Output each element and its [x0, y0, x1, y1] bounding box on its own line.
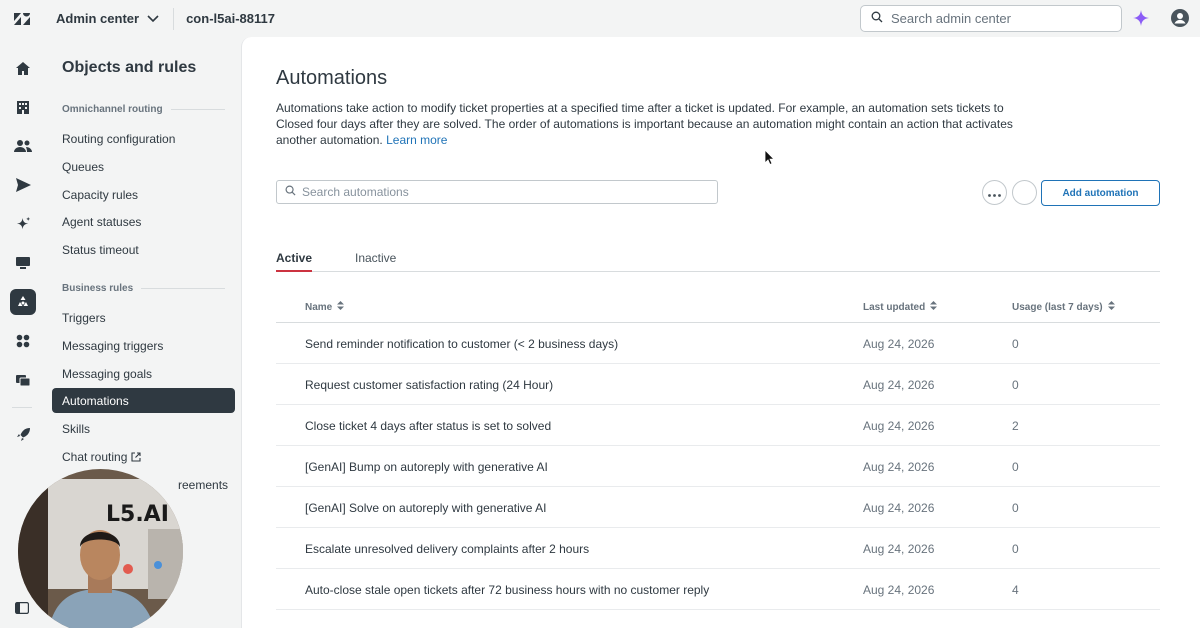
home-icon[interactable] — [10, 55, 36, 81]
workspaces-icon[interactable] — [10, 367, 36, 393]
last-updated: Aug 24, 2026 — [863, 460, 935, 474]
last-updated: Aug 24, 2026 — [863, 542, 935, 556]
webcam-overlay: L5.AI — [18, 469, 183, 628]
section-heading-omnichannel: Omnichannel routing — [62, 104, 225, 115]
search-icon — [285, 185, 296, 199]
table-row[interactable]: [GenAI] Bump on autoreply with generativ… — [276, 446, 1160, 487]
mouse-cursor-icon — [764, 149, 775, 170]
automation-name[interactable]: Auto-close stale open tickets after 72 b… — [305, 583, 709, 597]
last-updated: Aug 24, 2026 — [863, 337, 935, 351]
usage-count: 0 — [1012, 337, 1019, 351]
tab-active[interactable]: Active — [276, 251, 313, 272]
sidebar-toggle-icon[interactable] — [12, 598, 32, 618]
column-header-usage[interactable]: Usage (last 7 days) — [1012, 301, 1115, 313]
usage-count: 2 — [1012, 419, 1019, 433]
zendesk-logo-icon[interactable] — [0, 0, 44, 37]
apps-grid-icon[interactable] — [10, 328, 36, 354]
ai-sparkle-icon[interactable] — [1131, 8, 1151, 28]
nav-item-messaging-triggers[interactable]: Messaging triggers — [52, 333, 235, 358]
nav-title: Objects and rules — [62, 59, 197, 76]
usage-count: 4 — [1012, 583, 1019, 597]
page-description: Automations take action to modify ticket… — [276, 101, 1013, 147]
table-row[interactable]: Auto-close stale open tickets after 72 b… — [276, 569, 1160, 610]
usage-count: 0 — [1012, 378, 1019, 392]
automation-name[interactable]: Close ticket 4 days after status is set … — [305, 419, 551, 433]
loading-button[interactable] — [1012, 180, 1037, 205]
nav-item-status-timeout[interactable]: Status timeout — [52, 237, 235, 262]
search-icon — [871, 11, 883, 26]
rocket-icon[interactable] — [10, 421, 36, 447]
automations-search-input[interactable]: Search automations — [276, 180, 718, 204]
monitor-icon[interactable] — [10, 250, 36, 276]
status-tabs: Active Inactive — [276, 247, 1160, 272]
last-updated: Aug 24, 2026 — [863, 419, 935, 433]
last-updated: Aug 24, 2026 — [863, 583, 935, 597]
divider — [173, 7, 175, 30]
nav-item-capacity-rules[interactable]: Capacity rules — [52, 182, 235, 207]
tab-inactive[interactable]: Inactive — [355, 251, 396, 272]
global-search-input[interactable]: Search admin center — [860, 5, 1122, 32]
nav-item-routing-configuration[interactable]: Routing configuration — [52, 126, 235, 151]
nav-item-chat-routing[interactable]: Chat routing — [52, 444, 235, 469]
sort-icon — [337, 301, 345, 313]
nav-item-automations[interactable]: Automations — [52, 388, 235, 413]
table-header: Name Last updated Usage (last 7 days) — [276, 292, 1160, 323]
ellipsis-icon — [988, 184, 1001, 202]
objects-rules-icon[interactable] — [10, 289, 36, 315]
usage-count: 0 — [1012, 501, 1019, 515]
nav-item-agent-statuses[interactable]: Agent statuses — [52, 209, 235, 234]
chevron-down-icon — [147, 11, 159, 26]
sort-icon — [930, 301, 938, 313]
sparkle-icon[interactable] — [10, 211, 36, 237]
last-updated: Aug 24, 2026 — [863, 501, 935, 515]
external-link-icon — [131, 451, 141, 462]
automation-name[interactable]: [GenAI] Bump on autoreply with generativ… — [305, 460, 548, 474]
webcam-sign-text: L5.AI — [106, 502, 169, 527]
profile-avatar-icon[interactable] — [1170, 8, 1190, 28]
learn-more-link[interactable]: Learn more — [386, 133, 447, 147]
automations-search-placeholder: Search automations — [302, 185, 409, 199]
column-header-last-updated[interactable]: Last updated — [863, 301, 938, 313]
section-heading-business-rules: Business rules — [62, 283, 225, 294]
usage-count: 0 — [1012, 460, 1019, 474]
automation-name[interactable]: Escalate unresolved delivery complaints … — [305, 542, 589, 556]
nav-item-messaging-goals[interactable]: Messaging goals — [52, 361, 235, 386]
table-row[interactable]: Send reminder notification to customer (… — [276, 323, 1160, 364]
rail-divider — [12, 407, 32, 408]
table-row[interactable]: Escalate unresolved delivery complaints … — [276, 528, 1160, 569]
more-options-button[interactable] — [982, 180, 1007, 205]
column-header-name[interactable]: Name — [305, 301, 345, 313]
page-title: Automations — [276, 67, 388, 89]
automation-name[interactable]: Request customer satisfaction rating (24… — [305, 378, 553, 392]
automations-table: Name Last updated Usage (last 7 days) Se… — [276, 292, 1160, 610]
table-row[interactable]: [GenAI] Solve on autoreply with generati… — [276, 487, 1160, 528]
nav-item-triggers[interactable]: Triggers — [52, 305, 235, 330]
product-name: Admin center — [56, 11, 140, 26]
people-icon[interactable] — [10, 133, 36, 159]
nav-item-skills[interactable]: Skills — [52, 416, 235, 441]
send-icon[interactable] — [10, 172, 36, 198]
last-updated: Aug 24, 2026 — [863, 378, 935, 392]
automation-name[interactable]: Send reminder notification to customer (… — [305, 337, 618, 351]
table-row[interactable]: Request customer satisfaction rating (24… — [276, 364, 1160, 405]
top-bar: Admin center con-l5ai-88117 Search admin… — [0, 0, 1200, 37]
add-automation-button[interactable]: Add automation — [1041, 180, 1160, 206]
automation-name[interactable]: [GenAI] Solve on autoreply with generati… — [305, 501, 546, 515]
table-row[interactable]: Close ticket 4 days after status is set … — [276, 405, 1160, 446]
product-switcher[interactable]: Admin center — [56, 11, 159, 26]
main-content: Automations Automations take action to m… — [241, 37, 1200, 628]
building-icon[interactable] — [10, 94, 36, 120]
usage-count: 0 — [1012, 542, 1019, 556]
nav-item-queues[interactable]: Queues — [52, 154, 235, 179]
global-search-placeholder: Search admin center — [891, 11, 1011, 26]
sort-icon — [1107, 301, 1115, 313]
account-name: con-l5ai-88117 — [186, 11, 275, 26]
